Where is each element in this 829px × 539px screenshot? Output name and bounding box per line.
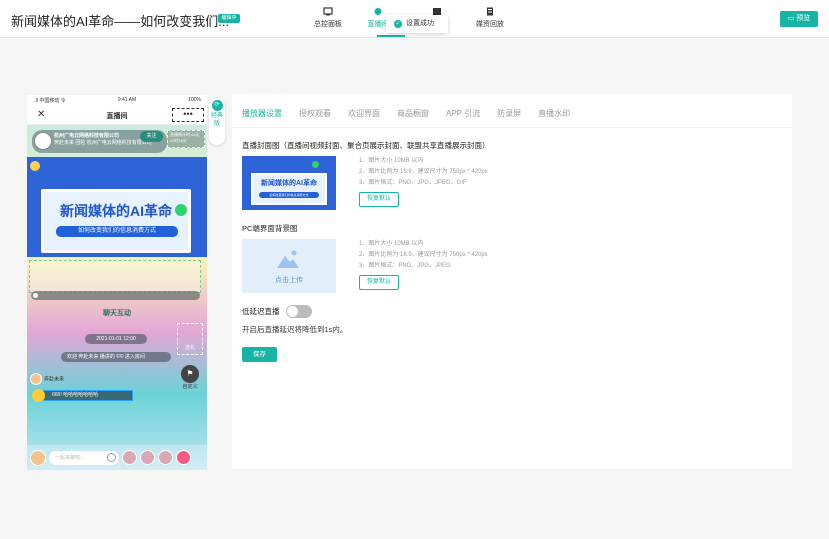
progress-handle[interactable] [33,293,38,298]
settings-tabs: 播放器设置 授权观看 欢迎界面 商品橱窗 APP 引流 防录屏 直播水印 [242,108,587,119]
join-notice: 欢迎 奔赴未来 播讲的 ©© 进入房间 [61,352,171,362]
page-title: 新闻媒体的AI革命——如何改变我们... [11,14,230,29]
chat-title: 聊天互动 [103,310,131,317]
monitor-icon [323,7,333,16]
cover-thumb-title: 新闻媒体的AI革命 [261,180,317,187]
cover-image: 新闻媒体的AI革命 如何改变我们的信息消费方式 [27,157,207,257]
cover-thumb-frame: 新闻媒体的AI革命 如何改变我们的信息消费方式 [251,173,327,205]
preview-label: 预览 [796,15,811,22]
low-latency-desc: 开启后直播延迟将降低到1s内。 [242,325,348,334]
custom-label: 自定义 [182,384,198,390]
classic-version-toggle[interactable]: ⟳ 经典版 [209,98,225,145]
cover-subtitle: 如何改变我们的信息消费方式 [56,226,178,237]
chat-user: 奔赴未来 [30,373,64,385]
nav-active-indicator [377,35,405,37]
countdown-tag: 直播倒计时 00天00时16分 [167,130,205,148]
message-text: 666! 哈哈哈哈哈哈哈 [52,392,99,398]
live-icon [374,8,382,15]
low-latency-toggle[interactable] [286,305,312,318]
gift-button[interactable]: 送礼 [177,323,203,355]
phone-header: ✕ 直播间 ••• [27,105,207,125]
tab-watermark[interactable]: 直播水印 [538,108,570,119]
settings-panel: 播放器设置 授权观看 欢迎界面 商品橱窗 APP 引流 防录屏 直播水印 直播封… [232,94,792,469]
note-line: 3、图片格式：PNG、JPG、JPEG [359,263,451,269]
decor-dot [175,204,187,216]
low-latency-label: 低延迟直播 [242,307,280,316]
status-time: 9:41 AM [117,97,137,103]
emoji-icon[interactable] [107,452,116,462]
phone-status-bar: ..ll 中国移动 令 9:41 AM 100% [27,95,207,105]
tab-anti-record[interactable]: 防录屏 [497,108,521,119]
nav-label: 媒资回放 [476,21,504,28]
reset-pc-button[interactable]: 恢复默认 [359,275,399,290]
battery-status: 100% [188,97,201,103]
save-button[interactable]: 保存 [242,347,277,362]
classic-label: 经典版 [210,113,223,127]
cover-thumb-subtitle: 如何改变我们的信息消费方式 [259,192,319,198]
follow-button[interactable]: 关注 [140,131,163,142]
avatar [30,449,46,466]
live-stage: 杭州广电云网络科技有限公司 奔赴未来 团险 杭州广电云网络科技有限公司 关注 直… [27,125,207,470]
cover-frame: 新闻媒体的AI革命 如何改变我们的信息消费方式 [41,189,191,253]
tab-welcome[interactable]: 欢迎界面 [348,108,380,119]
nav-label: 总控面板 [314,21,342,28]
image-icon [277,250,299,268]
note-line: 2、图片比例为 16:9，建议尺寸为 750px * 420px [359,252,488,258]
custom-button[interactable]: ⚑ 自定义 [177,363,203,393]
badge-icon [32,389,45,402]
placeholder-area [29,260,201,293]
decor-dot [30,161,40,171]
avatar [34,132,52,150]
note-line: 1、图片大小 10MB 以内 [359,158,424,164]
grid-icon[interactable] [122,450,137,465]
switch-icon: ⟳ [211,100,223,111]
share-icon[interactable] [158,450,173,465]
toggle-knob [287,306,298,317]
cover-notes: 1、图片大小 10MB 以内 2、图片比例为 16:9，建议尺寸为 750px … [359,156,488,189]
tab-divider [232,127,792,128]
top-bar: 新闻媒体的AI革命——如何改变我们... 编辑中 总控面板 直播间 数据 媒资回… [0,0,829,38]
pc-upload-area[interactable]: 点击上传 [242,239,336,293]
reset-cover-button[interactable]: 恢复默认 [359,192,399,207]
phone-preview: ..ll 中国移动 令 9:41 AM 100% ✕ 直播间 ••• 杭州广电云… [27,95,207,470]
tab-products[interactable]: 商品橱窗 [397,108,429,119]
nav-media[interactable]: 媒资回放 [465,7,515,29]
note-line: 2、图片比例为 16:9，建议尺寸为 750px * 420px [359,169,488,175]
signal-status: ..ll 中国移动 令 [33,97,66,104]
chat-message: 666! 哈哈哈哈哈哈哈 [32,389,133,402]
more-menu-button[interactable]: ••• [172,108,204,122]
flag-icon: ⚑ [181,365,199,383]
success-toast: ✓ 设置成功 [386,15,448,33]
monitor-icon: ▭ [787,15,797,22]
gift-label: 送礼 [184,345,195,351]
status-badge: 编辑中 [218,14,240,23]
chat-placeholder: 一起来聊吧... [55,454,85,461]
pc-section-title: PC端界面背景图 [242,224,298,233]
tab-auth[interactable]: 授权观看 [299,108,331,119]
tab-player-settings[interactable]: 播放器设置 [242,108,282,119]
cover-section-title: 直播封面图（直播间视频封面、聚合页展示封面、联盟共享直播展示封面） [242,141,490,150]
nav-dashboard[interactable]: 总控面板 [303,7,353,29]
preview-button[interactable]: ▭ 预览 [780,11,818,27]
cover-thumbnail[interactable]: 新闻媒体的AI革命 如何改变我们的信息消费方式 [242,156,336,210]
media-icon [487,7,493,16]
check-icon: ✓ [394,20,402,28]
decor-dot [312,161,319,168]
pc-notes: 1、图片大小 10MB 以内 2、图片比例为 16:9，建议尺寸为 750px … [359,239,488,272]
toast-text: 设置成功 [406,20,434,27]
note-line: 3、图片格式：PNG、JPG、JPEG、GIF [359,180,467,186]
chat-input[interactable]: 一起来聊吧... [49,450,119,465]
playback-progress[interactable] [31,291,200,300]
note-line: 1、图片大小 10MB 以内 [359,241,424,247]
gift-icon[interactable] [140,450,155,465]
tab-app[interactable]: APP 引流 [446,108,480,119]
heart-icon[interactable] [176,450,191,465]
user-name: 奔赴未来 [44,376,65,383]
upload-label: 点击上传 [275,277,303,284]
cover-title: 新闻媒体的AI革命 [60,203,172,219]
avatar [30,373,42,385]
phone-bottom-bar: 一起来聊吧... [27,445,207,470]
date-pill: 2021-01-01 12:00 [85,334,147,344]
